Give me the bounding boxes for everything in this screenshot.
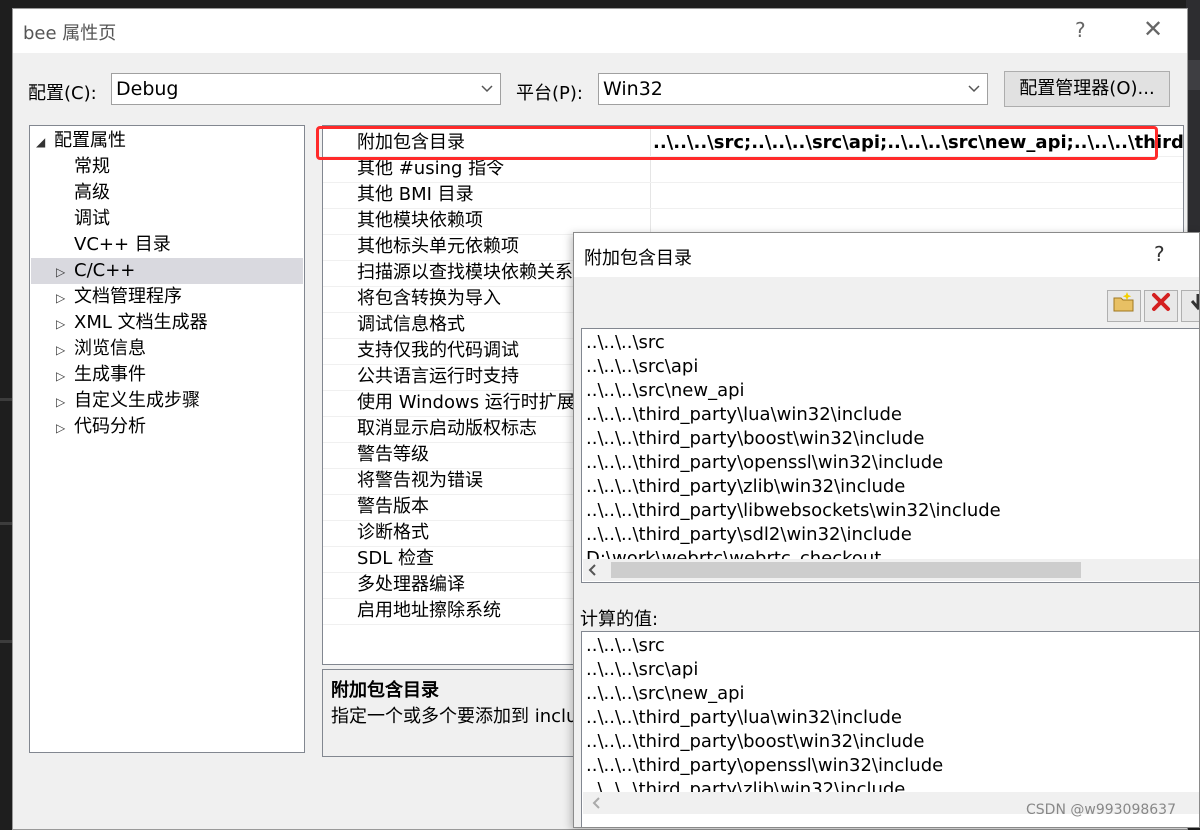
ide-divider bbox=[0, 522, 12, 525]
config-value: Debug bbox=[116, 78, 179, 100]
collapsed-triangle-icon: ▷ bbox=[56, 395, 66, 409]
list-item[interactable]: ..\..\..\third_party\libwebsockets\win32… bbox=[586, 499, 1001, 523]
list-item[interactable]: ..\..\..\third_party\lua\win32\include bbox=[586, 403, 902, 427]
collapsed-triangle-icon: ▷ bbox=[56, 317, 66, 331]
tree-item-build-events[interactable]: ▷ 生成事件 bbox=[56, 362, 146, 388]
watermark: CSDN @w993098637 bbox=[1026, 802, 1176, 818]
tree-item-browse-info[interactable]: ▷ 浏览信息 bbox=[56, 336, 146, 362]
horizontal-scrollbar[interactable] bbox=[583, 559, 1199, 582]
grid-row[interactable]: 其他 BMI 目录 bbox=[323, 182, 1183, 209]
computed-values-list: ..\..\..\src ..\..\..\src\api ..\..\..\s… bbox=[581, 631, 1199, 827]
scroll-left-icon[interactable] bbox=[587, 559, 597, 582]
list-item[interactable]: ..\..\..\third_party\zlib\win32\include bbox=[586, 475, 905, 499]
new-folder-icon bbox=[1112, 292, 1136, 318]
platform-value: Win32 bbox=[603, 78, 663, 100]
list-item: ..\..\..\third_party\lua\win32\include bbox=[586, 707, 902, 728]
collapsed-triangle-icon: ▷ bbox=[56, 343, 66, 357]
tree-item-code-analysis[interactable]: ▷ 代码分析 bbox=[56, 414, 146, 440]
config-tree: ◢ 配置属性 常规 高级 调试 VC++ 目录 ▷ C/C++ ▷ 文档管理程序 ▷ X… bbox=[29, 125, 305, 753]
description-text: 指定一个或多个要添加到 include bbox=[331, 706, 584, 727]
include-directories-list[interactable]: ..\..\..\src ..\..\..\src\api ..\..\..\s… bbox=[581, 328, 1199, 583]
tree-item-xdc[interactable]: ▷ 文档管理程序 bbox=[56, 284, 182, 310]
list-item[interactable]: ..\..\..\third_party\boost\win32\include bbox=[586, 427, 924, 451]
collapsed-triangle-icon: ▷ bbox=[56, 421, 66, 435]
description-title: 附加包含目录 bbox=[331, 680, 439, 701]
tree-item-advanced[interactable]: 高级 bbox=[74, 180, 110, 206]
list-item: ..\..\..\src\api bbox=[586, 659, 699, 680]
tree-item-vc-directories[interactable]: VC++ 目录 bbox=[74, 232, 171, 258]
new-line-button[interactable] bbox=[1107, 290, 1141, 322]
platform-select[interactable]: Win32 bbox=[598, 73, 988, 105]
description-pane: 附加包含目录 指定一个或多个要添加到 include bbox=[322, 669, 584, 757]
tree-root[interactable]: ◢ 配置属性 bbox=[36, 128, 126, 154]
help-icon[interactable]: ? bbox=[1075, 18, 1086, 42]
platform-label: 平台(P): bbox=[516, 83, 583, 104]
ide-background-left bbox=[0, 0, 12, 828]
ide-tab-strip bbox=[1186, 60, 1200, 90]
list-item[interactable]: ..\..\..\src\api bbox=[586, 355, 698, 379]
scroll-left-icon[interactable] bbox=[591, 792, 601, 821]
child-dialog-titlebar: 附加包含目录 ? bbox=[574, 233, 1199, 277]
list-item: ..\..\..\third_party\boost\win32\include bbox=[586, 731, 925, 752]
help-icon[interactable]: ? bbox=[1154, 242, 1165, 266]
grid-row[interactable]: 其他 #using 指令 bbox=[323, 156, 1183, 183]
computed-values-label: 计算的值: bbox=[580, 609, 659, 630]
delete-line-button[interactable] bbox=[1144, 290, 1178, 322]
scrollbar-thumb[interactable] bbox=[611, 562, 1081, 578]
close-icon[interactable]: ✕ bbox=[1143, 15, 1163, 43]
list-item[interactable]: ..\..\..\third_party\sdl2\win32\include bbox=[586, 523, 912, 547]
list-item: ..\..\..\src\new_api bbox=[586, 683, 745, 704]
chevron-down-icon bbox=[967, 76, 981, 106]
list-item[interactable]: ..\..\..\src\new_api bbox=[586, 379, 745, 403]
list-item[interactable]: ..\..\..\src bbox=[586, 331, 665, 355]
collapsed-triangle-icon: ▷ bbox=[56, 369, 66, 383]
dialog-title: bee 属性页 bbox=[23, 23, 117, 44]
move-down-button[interactable] bbox=[1181, 290, 1199, 322]
chevron-down-icon bbox=[480, 76, 494, 106]
annotation-highlight-box bbox=[316, 126, 1158, 160]
config-label: 配置(C): bbox=[28, 83, 97, 104]
list-item: ..\..\..\third_party\openssl\win32\inclu… bbox=[586, 755, 944, 776]
ide-divider bbox=[0, 398, 12, 401]
ide-divider bbox=[0, 640, 12, 643]
tree-item-general[interactable]: 常规 bbox=[74, 154, 110, 180]
tree-item-cpp[interactable]: ▷ C/C++ bbox=[31, 258, 303, 284]
collapsed-triangle-icon: ▷ bbox=[56, 265, 66, 279]
list-item: ..\..\..\src bbox=[586, 635, 665, 656]
config-manager-button[interactable]: 配置管理器(O)... bbox=[1004, 71, 1170, 107]
delete-icon bbox=[1150, 293, 1172, 318]
config-select[interactable]: Debug bbox=[111, 73, 501, 105]
arrow-down-icon bbox=[1188, 294, 1199, 318]
collapsed-triangle-icon: ▷ bbox=[56, 291, 66, 305]
tree-item-custom-build[interactable]: ▷ 自定义生成步骤 bbox=[56, 388, 200, 414]
include-directories-dialog: 附加包含目录 ? ..\..\..\src ..\..\..\src\api .… bbox=[573, 232, 1200, 828]
tree-item-debugging[interactable]: 调试 bbox=[74, 206, 110, 232]
expanded-triangle-icon: ◢ bbox=[36, 135, 46, 149]
dialog-titlebar: bee 属性页 ? ✕ bbox=[13, 9, 1187, 53]
list-item[interactable]: ..\..\..\third_party\openssl\win32\inclu… bbox=[586, 451, 943, 475]
grid-row[interactable]: 其他模块依赖项 bbox=[323, 208, 1183, 235]
child-dialog-title: 附加包含目录 bbox=[584, 248, 692, 269]
tree-item-xml-generator[interactable]: ▷ XML 文档生成器 bbox=[56, 310, 208, 336]
